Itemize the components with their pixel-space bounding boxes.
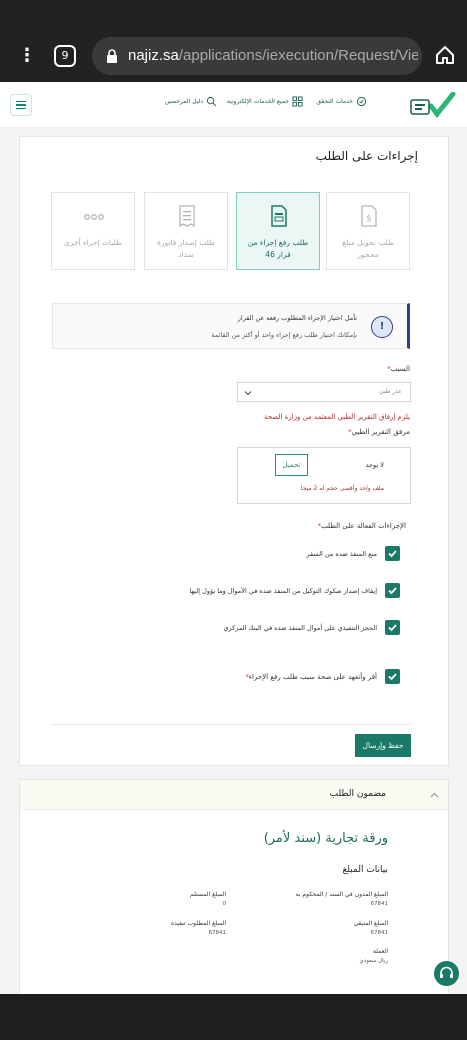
tab-switcher-button[interactable]: 9 <box>54 45 76 67</box>
support-chat-icon[interactable] <box>434 961 459 986</box>
url-host: najiz.sa <box>128 47 179 64</box>
checkbox-checked[interactable] <box>385 546 400 561</box>
form-document-icon <box>271 205 287 227</box>
attachment-box: لا يوجد تحميل ملف واحد وأقصى حجم له 2 مي… <box>237 447 411 504</box>
request-content-title: مضمون الطلب <box>329 789 386 799</box>
active-item-travel-ban[interactable]: منع المنفذ ضده من السفر <box>306 546 400 561</box>
receipt-icon <box>179 205 195 227</box>
actions-card: إجراءات على الطلب $ طلب تحويل مبلغ محجوز… <box>19 136 449 766</box>
active-item-label: إيقاف إصدار صكوك التوكيل من المنفذ ضده ف… <box>189 586 377 595</box>
all-services-label: جميع الخدمات الإلكترونية <box>226 98 289 105</box>
option-issue-invoice[interactable]: طلب إصدار فاتورة سداد <box>144 192 228 270</box>
field-value: 0 <box>222 901 227 907</box>
tab-count: 9 <box>61 49 69 62</box>
chevron-down-icon <box>244 391 252 396</box>
active-item-label: الحجز التنفيذي على أموال المنفذ ضده في ا… <box>223 623 377 632</box>
active-item-power-of-attorney[interactable]: إيقاف إصدار صكوك التوكيل من المنفذ ضده ف… <box>189 583 400 598</box>
guide-icon <box>206 96 217 107</box>
reason-selected-value: عذر طبي <box>378 388 402 395</box>
system-nav-bar <box>0 994 467 1040</box>
reason-select[interactable]: عذر طبي <box>237 382 411 402</box>
field-label: المبلغ المتبقي <box>353 920 388 927</box>
divider <box>52 724 410 725</box>
request-content-header[interactable]: مضمون الطلب <box>20 780 448 810</box>
page: خدمات التحقق جميع الخدمات الإلكترونية دل… <box>0 82 467 994</box>
field-value: 67841 <box>370 930 389 936</box>
attachment-none-text: لا يوجد <box>365 461 384 469</box>
chevron-up-icon[interactable] <box>430 791 439 800</box>
licensees-guide-link[interactable]: دليل المرخصين <box>165 96 217 107</box>
home-icon[interactable] <box>434 44 456 66</box>
option-label: طلبات إجراء أخرى <box>63 238 123 247</box>
option-label: طلب إصدار فاتورة سداد <box>156 238 216 259</box>
check-icon <box>388 550 397 558</box>
document-type-title: ورقة تجارية (سند لأمر) <box>263 831 388 846</box>
site-header: خدمات التحقق جميع الخدمات الإلكترونية دل… <box>0 82 467 128</box>
option-transfer-amount[interactable]: $ طلب تحويل مبلغ محجوز <box>326 192 410 270</box>
najiz-logo[interactable] <box>409 92 457 118</box>
pledge-label: أقر وأتعهد على صحة سبب طلب رفع الإجراء* <box>245 672 377 681</box>
grid-icon <box>292 96 303 107</box>
active-item-central-bank-seizure[interactable]: الحجز التنفيذي على أموال المنفذ ضده في ا… <box>223 620 400 635</box>
field-value: 67841 <box>370 901 389 907</box>
hamburger-menu-icon[interactable] <box>10 94 32 116</box>
check-icon <box>388 624 397 632</box>
alert-line-1: تأمل اختيار الإجراء المطلوب رفعه عن القر… <box>237 314 357 322</box>
more-options-icon[interactable]: ⋮ <box>18 44 36 68</box>
money-document-icon: $ <box>361 205 377 227</box>
more-dots-icon <box>84 214 104 220</box>
upload-hint: ملف واحد وأقصى حجم له 2 ميجا <box>300 485 384 492</box>
alert-line-2: بإمكانك اختيار طلب رفع إجراء واحد أو أكث… <box>211 331 357 339</box>
svg-text:$: $ <box>366 214 372 224</box>
field-value: 67841 <box>208 930 227 936</box>
checkbox-checked[interactable] <box>385 620 400 635</box>
pledge-checkbox-row[interactable]: أقر وأتعهد على صحة سبب طلب رفع الإجراء* <box>245 669 400 684</box>
check-icon <box>388 587 397 595</box>
verify-services-link[interactable]: خدمات التحقق <box>316 96 367 107</box>
field-label: المبلغ المستلم <box>190 891 226 898</box>
info-icon: ! <box>371 316 393 338</box>
option-label: طلب تحويل مبلغ محجوز <box>342 238 394 259</box>
licensees-guide-label: دليل المرخصين <box>164 98 203 105</box>
attachment-label: مرفق التقرير الطبي* <box>348 428 410 436</box>
request-content-card: مضمون الطلب ورقة تجارية (سند لأمر) بيانا… <box>19 779 449 994</box>
lock-icon <box>107 49 117 63</box>
check-icon <box>388 673 397 681</box>
reason-label: السبب* <box>387 365 410 373</box>
url-path: /applications/iexecution/Request/View?re <box>178 47 418 64</box>
option-label: طلب رفع إجراء من قرار 46 <box>247 238 309 259</box>
reason-warning: يلزم إرفاق التقرير الطبي المعتمد من وزار… <box>263 413 410 421</box>
active-item-label: منع المنفذ ضده من السفر <box>306 549 377 558</box>
verify-icon <box>356 96 367 107</box>
save-and-send-button[interactable]: حفظ وإرسال <box>355 734 411 757</box>
option-lift-procedure-46[interactable]: طلب رفع إجراء من قرار 46 <box>236 192 320 270</box>
headset-icon <box>440 966 453 978</box>
address-bar[interactable]: najiz.sa/applications/iexecution/Request… <box>92 37 422 75</box>
browser-toolbar: ⋮ 9 najiz.sa/applications/iexecution/Req… <box>0 0 467 82</box>
field-value: ريال سعودي <box>359 958 388 964</box>
checkbox-checked[interactable] <box>385 583 400 598</box>
verify-services-label: خدمات التحقق <box>316 98 353 105</box>
field-label: المبلغ المدون في السند / المحكوم به <box>295 891 388 898</box>
info-alert: ! تأمل اختيار الإجراء المطلوب رفعه عن ال… <box>52 303 410 349</box>
amount-data-title: بيانات المبلغ <box>342 865 388 875</box>
option-other-requests[interactable]: طلبات إجراء أخرى <box>51 192 135 270</box>
field-label: المبلغ المطلوب تنفيذه <box>170 920 226 927</box>
checkbox-checked[interactable] <box>385 669 400 684</box>
upload-button[interactable]: تحميل <box>275 454 308 476</box>
actions-title: إجراءات على الطلب <box>315 149 418 163</box>
active-procedures-label: الإجراءات الفعالة على الطلب* <box>317 522 406 530</box>
field-label: العملة <box>372 948 388 955</box>
all-services-link[interactable]: جميع الخدمات الإلكترونية <box>227 96 303 107</box>
